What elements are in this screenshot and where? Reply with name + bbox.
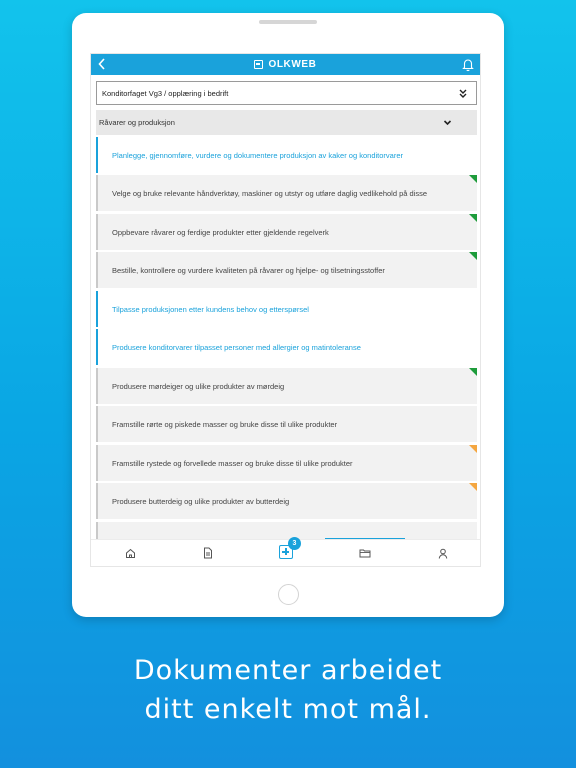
main-goal-item[interactable]: Tilpasse produksjonen etter kundens beho…	[96, 291, 477, 327]
tagline-line-2: ditt enkelt mot mål.	[144, 694, 432, 725]
status-completed-marker	[469, 214, 477, 222]
notification-badge: 3	[288, 537, 301, 550]
sub-goal-item[interactable]: Velge og bruke relevante håndverktøy, ma…	[96, 175, 477, 211]
status-completed-marker	[469, 252, 477, 260]
goal-label: Oppbevare råvarer og ferdige produkter e…	[112, 227, 329, 237]
goal-label: Planlegge, gjennomføre, vurdere og dokum…	[112, 150, 403, 160]
sub-goal-item[interactable]: Framstille rystede og forvellede masser …	[96, 445, 477, 481]
sub-goal-item[interactable]: Framstille rørte og piskede masser og br…	[96, 406, 477, 442]
category-header[interactable]: Råvarer og produksjon	[96, 110, 477, 135]
folder-icon[interactable]	[357, 545, 373, 561]
chevron-down-icon	[442, 117, 453, 128]
goal-label: Bestille, kontrollere og vurdere kvalite…	[112, 265, 385, 275]
course-select[interactable]: Konditorfaget Vg3 / opplæring i bedrift	[96, 81, 477, 105]
goal-label: Framstille rørte og piskede masser og br…	[112, 419, 338, 429]
tablet-speaker	[259, 20, 317, 24]
tagline-line-1: Dokumenter arbeidet	[133, 655, 443, 686]
status-in-progress-marker	[469, 445, 477, 453]
app-header: OLKWEB	[91, 54, 480, 75]
bell-icon[interactable]	[461, 57, 475, 72]
double-chevron-down-icon	[457, 87, 469, 100]
main-goal-item[interactable]: Produsere konditorvarer tilpasset person…	[96, 329, 477, 365]
goal-label: Produsere mørdeiger og ulike produkter a…	[112, 381, 285, 391]
status-completed-marker	[469, 368, 477, 376]
olkweb-logo-icon	[254, 60, 264, 69]
sub-goal-item[interactable]: Produsere butterdeig og ulike produkter …	[96, 483, 477, 519]
brand-title: OLKWEB	[268, 59, 317, 70]
user-icon[interactable]	[435, 545, 451, 561]
app-screen: OLKWEB Konditorfaget Vg3 / opplæring i b…	[91, 54, 480, 566]
sub-goal-item[interactable]: Bestille, kontrollere og vurdere kvalite…	[96, 252, 477, 288]
brand: OLKWEB	[91, 54, 480, 75]
category-label: Råvarer og produksjon	[99, 118, 175, 127]
course-select-value: Konditorfaget Vg3 / opplæring i bedrift	[102, 88, 229, 98]
document-icon[interactable]	[200, 545, 216, 561]
main-goal-item[interactable]: Planlegge, gjennomføre, vurdere og dokum…	[96, 137, 477, 173]
goal-label: Framstille rystede og forvellede masser …	[112, 458, 353, 468]
status-in-progress-marker	[469, 483, 477, 491]
goal-label: Tilpasse produksjonen etter kundens beho…	[112, 304, 309, 314]
goal-label: Produsere butterdeig og ulike produkter …	[112, 496, 290, 506]
goal-label: Produsere konditorvarer tilpasset person…	[112, 342, 361, 352]
tablet-home-button[interactable]	[278, 584, 299, 605]
goal-label: Velge og bruke relevante håndverktøy, ma…	[112, 188, 428, 198]
sub-goal-item[interactable]: Produsere mørdeiger og ulike produkter a…	[96, 368, 477, 404]
status-completed-marker	[469, 175, 477, 183]
bottom-tab-bar: 3	[91, 537, 480, 566]
home-icon[interactable]	[122, 545, 138, 561]
sub-goal-item[interactable]: Oppbevare råvarer og ferdige produkter e…	[96, 214, 477, 250]
